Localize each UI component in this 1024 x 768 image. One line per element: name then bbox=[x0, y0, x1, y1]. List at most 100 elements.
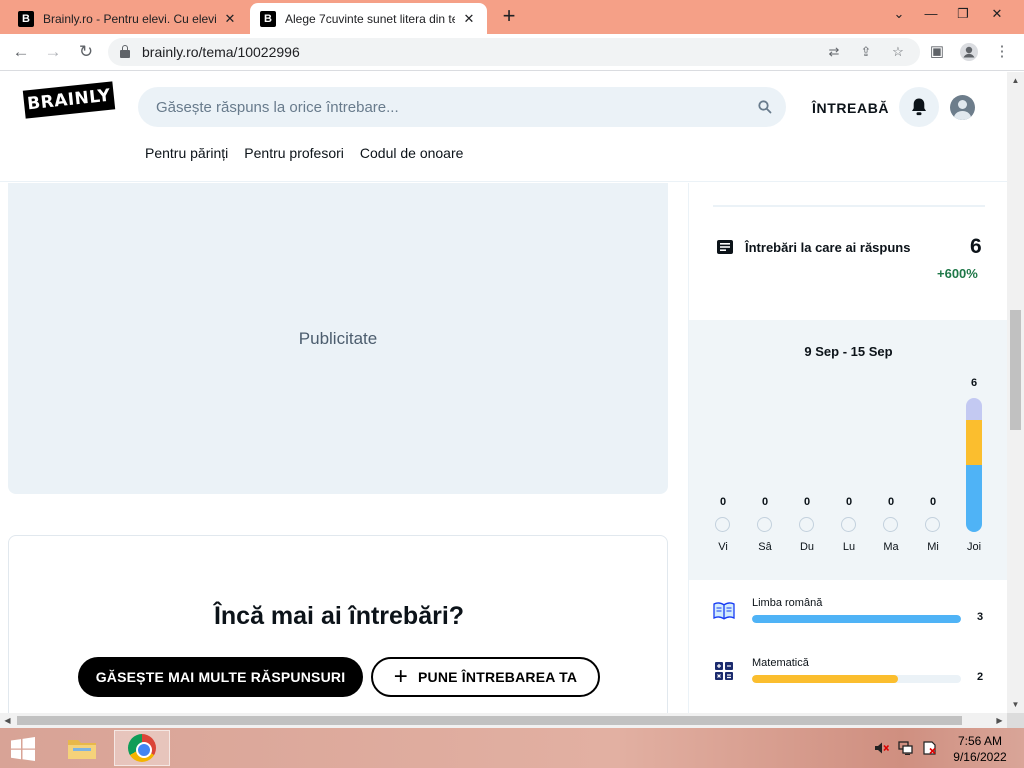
day-label-sa: Sâ bbox=[758, 541, 772, 553]
day-dot-ma bbox=[883, 517, 898, 532]
scroll-left-arrow-icon[interactable]: ◀ bbox=[0, 713, 15, 728]
week-range: 9 Sep - 15 Sep bbox=[804, 344, 893, 359]
subject-row-limba-romana[interactable]: Limba română 3 bbox=[713, 597, 985, 637]
profile-icon[interactable] bbox=[959, 42, 979, 62]
tab-title: Alege 7cuvinte sunet litera din te bbox=[285, 11, 455, 26]
ask-question-button[interactable]: ÎNTREABĂ bbox=[812, 100, 889, 116]
restore-button[interactable]: ❐ bbox=[948, 4, 978, 24]
day-label-mi: Mi bbox=[927, 541, 939, 553]
tab-search-chevron-icon[interactable]: ⌄ bbox=[884, 4, 914, 24]
search-bar[interactable] bbox=[138, 87, 786, 127]
subject-row-matematica[interactable]: Matematică 2 bbox=[713, 657, 985, 697]
back-arrow-icon[interactable]: ← bbox=[9, 40, 33, 64]
clock-date: 9/16/2022 bbox=[953, 750, 1007, 764]
new-tab-button[interactable]: + bbox=[497, 5, 521, 29]
day-count-ma: 0 bbox=[887, 496, 895, 508]
action-center-alert-icon[interactable] bbox=[922, 741, 938, 755]
day-label-vi: Vi bbox=[718, 541, 728, 553]
answers-list-icon bbox=[717, 240, 733, 254]
translate-icon[interactable]: ⇄ bbox=[825, 43, 843, 61]
nav-link-honor-code[interactable]: Codul de onoare bbox=[360, 145, 464, 161]
scroll-down-arrow-icon[interactable]: ▼ bbox=[1007, 696, 1024, 713]
ad-label: Publicitate bbox=[298, 328, 378, 348]
day-dot-sa bbox=[757, 517, 772, 532]
tab-current-question[interactable]: B Alege 7cuvinte sunet litera din te ✕ bbox=[250, 3, 487, 34]
close-tab-icon[interactable]: ✕ bbox=[222, 11, 238, 27]
notifications-button[interactable] bbox=[899, 87, 939, 127]
scroll-up-arrow-icon[interactable]: ▲ bbox=[1007, 72, 1024, 89]
search-icon[interactable] bbox=[758, 100, 772, 114]
weekly-activity-chart: 9 Sep - 15 Sep 0 Vi 0 Sâ 0 Du 0 Lu 0 Ma … bbox=[689, 320, 1008, 580]
subject-progress-fill bbox=[752, 615, 961, 623]
share-icon[interactable]: ⇪ bbox=[857, 43, 875, 61]
day-bar-joi bbox=[966, 398, 982, 532]
scroll-right-arrow-icon[interactable]: ▶ bbox=[992, 713, 1007, 728]
day-label-ma: Ma bbox=[883, 541, 899, 553]
answered-questions-count: 6 bbox=[970, 235, 982, 258]
lock-icon[interactable] bbox=[120, 45, 130, 58]
plus-icon: + bbox=[393, 663, 409, 690]
address-bar[interactable]: brainly.ro/tema/10022996 ⇄ ⇪ ☆ bbox=[108, 38, 920, 66]
reload-icon[interactable]: ↻ bbox=[74, 40, 98, 64]
nav-link-parents[interactable]: Pentru părinți bbox=[145, 145, 228, 161]
search-input[interactable] bbox=[156, 87, 746, 127]
book-icon bbox=[713, 602, 735, 620]
clock-time: 7:56 AM bbox=[957, 734, 1003, 748]
day-label-joi: Joi bbox=[966, 541, 982, 553]
day-label-du: Du bbox=[799, 541, 815, 553]
subject-count: 2 bbox=[977, 671, 984, 683]
answered-questions-label: Întrebări la care ai răspuns bbox=[745, 240, 911, 255]
answer-stats-sidebar: Întrebări la care ai răspuns 6 +600% 9 S… bbox=[688, 183, 1008, 713]
tab-title: Brainly.ro - Pentru elevi. Cu elevi. bbox=[43, 11, 216, 26]
day-dot-mi bbox=[925, 517, 940, 532]
vertical-scroll-thumb[interactable] bbox=[1010, 310, 1021, 430]
forward-arrow-icon[interactable]: → bbox=[41, 40, 65, 64]
vertical-scrollbar[interactable]: ▲ ▼ bbox=[1007, 72, 1024, 713]
chrome-taskbar-button[interactable] bbox=[114, 730, 170, 766]
brainly-logo[interactable]: BRAINLY bbox=[22, 81, 116, 119]
minimize-button[interactable]: — bbox=[916, 4, 946, 24]
file-explorer-taskbar-button[interactable] bbox=[54, 730, 110, 766]
side-panel-icon[interactable]: ▣ bbox=[927, 42, 947, 62]
subject-count: 3 bbox=[977, 611, 984, 623]
day-count-mi: 0 bbox=[929, 496, 937, 508]
brainly-favicon-icon: B bbox=[18, 10, 34, 27]
nav-link-teachers[interactable]: Pentru profesori bbox=[244, 145, 344, 161]
day-count-joi: 6 bbox=[970, 377, 978, 389]
day-dot-du bbox=[799, 517, 814, 532]
divider bbox=[713, 205, 985, 207]
day-dot-lu bbox=[841, 517, 856, 532]
post-question-label: PUNE ÎNTREBAREA TA bbox=[418, 669, 578, 685]
day-label-lu: Lu bbox=[842, 541, 856, 553]
horizontal-scroll-thumb[interactable] bbox=[17, 716, 962, 725]
site-header: BRAINLY ÎNTREABĂ Pentru părinți Pentru p… bbox=[0, 72, 1007, 182]
user-avatar[interactable] bbox=[950, 95, 975, 120]
day-count-du: 0 bbox=[803, 496, 811, 508]
volume-muted-icon[interactable] bbox=[874, 741, 890, 755]
day-dot-vi bbox=[715, 517, 730, 532]
subject-progress-track bbox=[752, 675, 961, 683]
windows-start-icon[interactable] bbox=[10, 737, 36, 761]
close-tab-icon[interactable]: ✕ bbox=[461, 11, 477, 27]
post-question-button[interactable]: + PUNE ÎNTREBAREA TA bbox=[371, 657, 600, 697]
url-text: brainly.ro/tema/10022996 bbox=[142, 44, 300, 60]
horizontal-scrollbar[interactable]: ◀ ▶ bbox=[0, 713, 1007, 728]
day-count-vi: 0 bbox=[719, 496, 727, 508]
browser-toolbar: ← → ↻ brainly.ro/tema/10022996 ⇄ ⇪ ☆ ▣ ⋮ bbox=[0, 34, 1024, 71]
subject-name: Limba română bbox=[752, 597, 823, 609]
day-count-lu: 0 bbox=[845, 496, 853, 508]
network-icon[interactable] bbox=[898, 741, 914, 755]
folder-icon bbox=[68, 740, 96, 759]
brainly-favicon-icon: B bbox=[260, 10, 276, 27]
chrome-icon bbox=[128, 734, 156, 762]
calculator-icon bbox=[715, 662, 733, 680]
close-window-button[interactable]: ✕ bbox=[982, 4, 1012, 24]
more-menu-icon[interactable]: ⋮ bbox=[992, 42, 1012, 62]
system-clock[interactable]: 7:56 AM 9/16/2022 bbox=[948, 733, 1012, 765]
windows-taskbar: 7:56 AM 9/16/2022 bbox=[0, 728, 1024, 768]
bookmark-star-icon[interactable]: ☆ bbox=[889, 43, 907, 61]
tab-brainly-home[interactable]: B Brainly.ro - Pentru elevi. Cu elevi. ✕ bbox=[8, 3, 248, 34]
scrollbar-corner bbox=[1007, 713, 1024, 728]
find-more-answers-button[interactable]: GĂSEȘTE MAI MULTE RĂSPUNSURI bbox=[78, 657, 363, 697]
secondary-nav: Pentru părinți Pentru profesori Codul de… bbox=[145, 145, 463, 161]
